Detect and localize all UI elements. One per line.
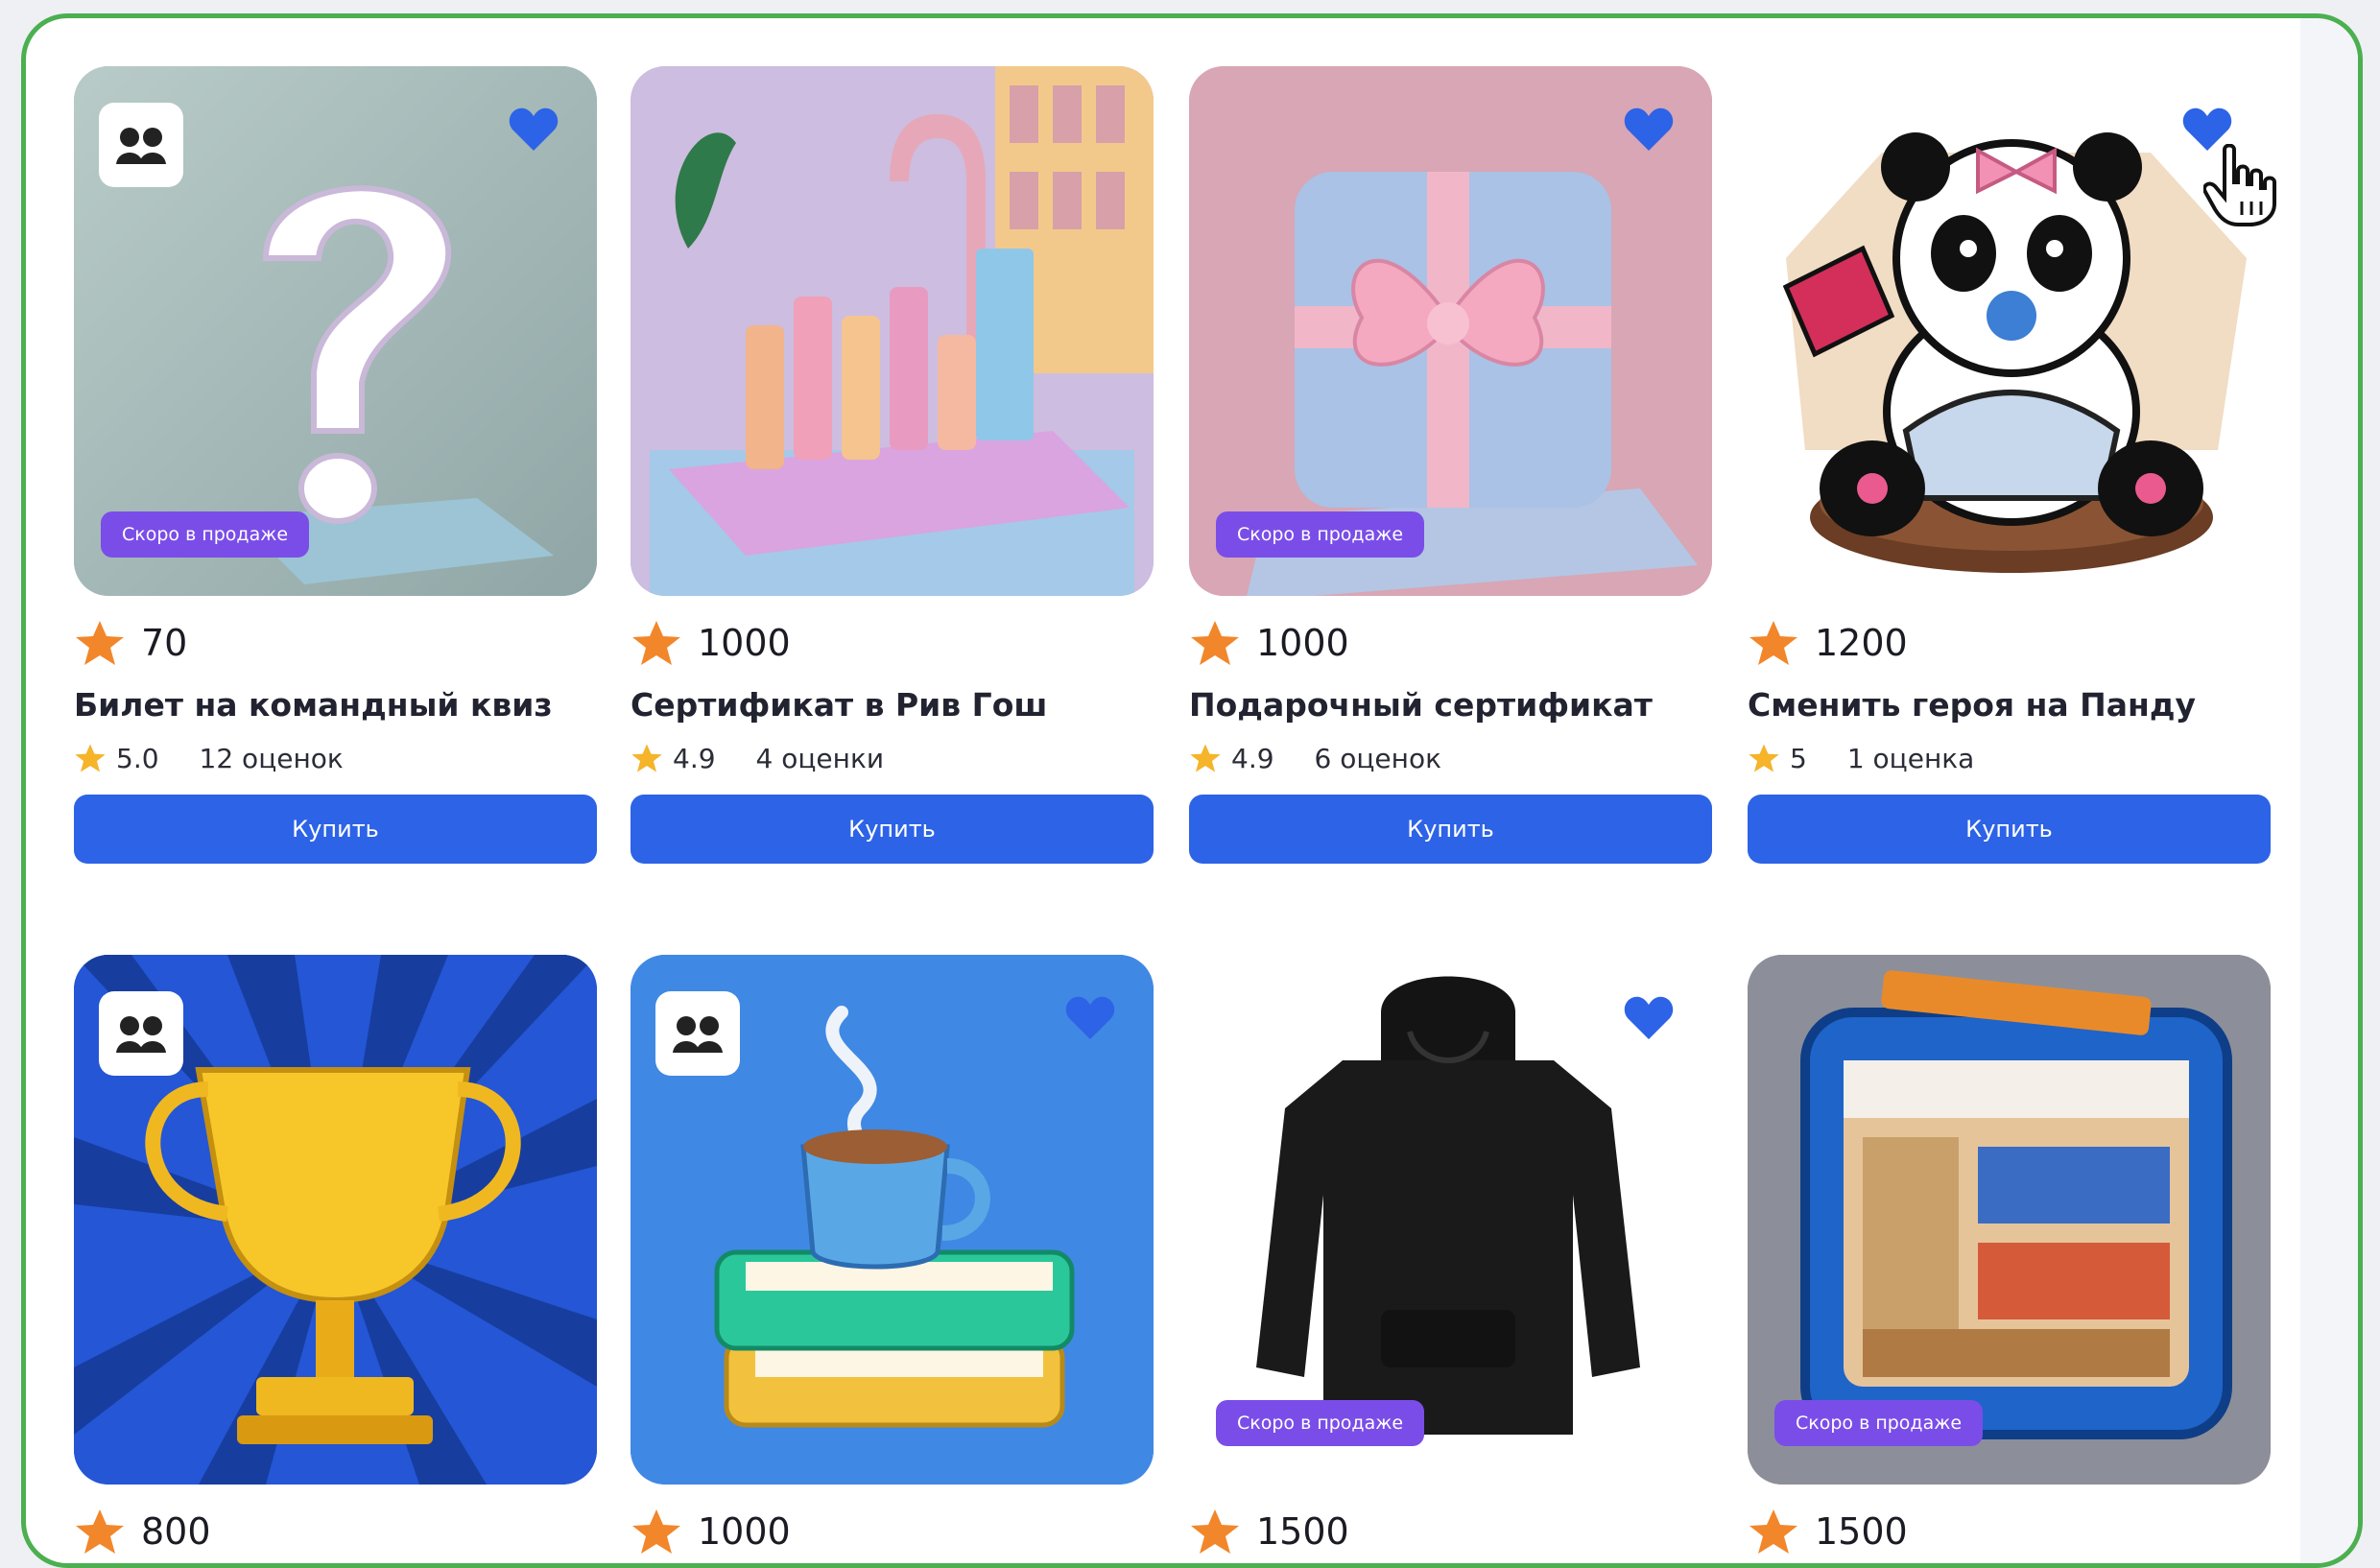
hand-cursor-icon	[2203, 144, 2276, 226]
price: 70	[141, 622, 188, 664]
buy-button[interactable]: Купить	[1748, 795, 2271, 864]
star-icon	[1191, 621, 1239, 665]
rating-star-icon	[1749, 744, 1779, 772]
star-icon	[76, 621, 124, 665]
team-icon	[116, 1016, 166, 1053]
buy-button[interactable]: Купить	[631, 795, 1154, 864]
rating-row: 4.9 4 оценки	[631, 739, 1154, 777]
price: 1000	[1256, 622, 1349, 664]
side-panel	[2300, 18, 2358, 1563]
team-icon	[673, 1016, 723, 1053]
reviews-count[interactable]: 12 оценок	[200, 743, 344, 774]
team-icon	[116, 128, 166, 164]
price-row: 1500	[1189, 1508, 1712, 1556]
product-image[interactable]: Скоро в продаже	[1189, 66, 1712, 596]
price-row: 1000	[1189, 619, 1712, 667]
soon-badge: Скоро в продаже	[1774, 1400, 1984, 1446]
star-icon	[1749, 1509, 1797, 1554]
product-image[interactable]: Скоро в продаже	[1189, 955, 1712, 1485]
favorite-heart-icon[interactable]	[1624, 107, 1674, 153]
star-icon	[632, 621, 680, 665]
rating-value: 4.9	[1231, 742, 1274, 774]
product-image[interactable]	[631, 66, 1154, 596]
product-title[interactable]: Сертификат в Рив Гош	[631, 686, 1154, 724]
product-card[interactable]: Скоро в продаже 1500	[1748, 955, 2271, 1556]
price: 800	[141, 1510, 211, 1553]
price-row: 1200	[1748, 619, 2271, 667]
product-card[interactable]: 1200 Сменить героя на Панду 5 1 оценка К…	[1748, 66, 2271, 864]
price-row: 1000	[631, 1508, 1154, 1556]
favorite-heart-icon[interactable]	[1624, 995, 1674, 1041]
buy-button[interactable]: Купить	[1189, 795, 1712, 864]
price-row: 1500	[1748, 1508, 2271, 1556]
rating-row: 5.0 12 оценок	[74, 739, 597, 777]
rating-row: 4.9 6 оценок	[1189, 739, 1712, 777]
product-card[interactable]: 1000	[631, 955, 1154, 1556]
rating-row: 5 1 оценка	[1748, 739, 2271, 777]
product-card[interactable]: Скоро в продаже 1500	[1189, 955, 1712, 1556]
rating-star-icon	[631, 744, 662, 772]
rating-star-icon	[75, 744, 106, 772]
product-card[interactable]: 1000 Сертификат в Рив Гош 4.9 4 оценки К…	[631, 66, 1154, 864]
star-icon	[76, 1509, 124, 1554]
rating-value: 4.9	[673, 742, 716, 774]
product-card[interactable]: 800	[74, 955, 597, 1556]
reviews-count[interactable]: 6 оценок	[1315, 743, 1441, 774]
rating-value: 5.0	[116, 742, 159, 774]
price: 1500	[1256, 1510, 1349, 1553]
price-row: 70	[74, 619, 597, 667]
catalog-frame: Скоро в продаже 70 Билет на командный кв…	[21, 13, 2363, 1568]
soon-badge: Скоро в продаже	[1216, 1400, 1425, 1446]
product-card[interactable]: Скоро в продаже 70 Билет на командный кв…	[74, 66, 597, 864]
product-card[interactable]: Скоро в продаже 1000 Подарочный сертифик…	[1189, 66, 1712, 864]
rating-star-icon	[1190, 744, 1221, 772]
product-title[interactable]: Подарочный сертификат	[1189, 686, 1712, 724]
product-image[interactable]	[1748, 66, 2271, 596]
product-title[interactable]: Билет на командный квиз	[74, 686, 597, 724]
price: 1000	[698, 1510, 791, 1553]
star-icon	[632, 1509, 680, 1554]
favorite-heart-icon[interactable]	[509, 107, 559, 153]
soon-badge: Скоро в продаже	[1216, 511, 1425, 558]
price-row: 1000	[631, 619, 1154, 667]
soon-badge: Скоро в продаже	[101, 511, 310, 558]
product-image[interactable]	[631, 955, 1154, 1485]
product-image[interactable]: Скоро в продаже	[1748, 955, 2271, 1485]
reviews-count[interactable]: 1 оценка	[1847, 743, 1975, 774]
reviews-count[interactable]: 4 оценки	[756, 743, 885, 774]
favorite-heart-icon[interactable]	[1065, 995, 1115, 1041]
price: 1200	[1815, 622, 1908, 664]
buy-button[interactable]: Купить	[74, 795, 597, 864]
price-row: 800	[74, 1508, 597, 1556]
cosmetics-image	[631, 66, 1154, 596]
product-title[interactable]: Сменить героя на Панду	[1748, 686, 2271, 724]
rating-value: 5	[1790, 742, 1807, 774]
star-icon	[1191, 1509, 1239, 1554]
team-badge	[99, 103, 183, 187]
price: 1000	[698, 622, 791, 664]
product-image[interactable]	[74, 955, 597, 1485]
team-badge	[655, 991, 740, 1076]
price: 1500	[1815, 1510, 1908, 1553]
product-image[interactable]: Скоро в продаже	[74, 66, 597, 596]
team-badge	[99, 991, 183, 1076]
star-icon	[1749, 621, 1797, 665]
